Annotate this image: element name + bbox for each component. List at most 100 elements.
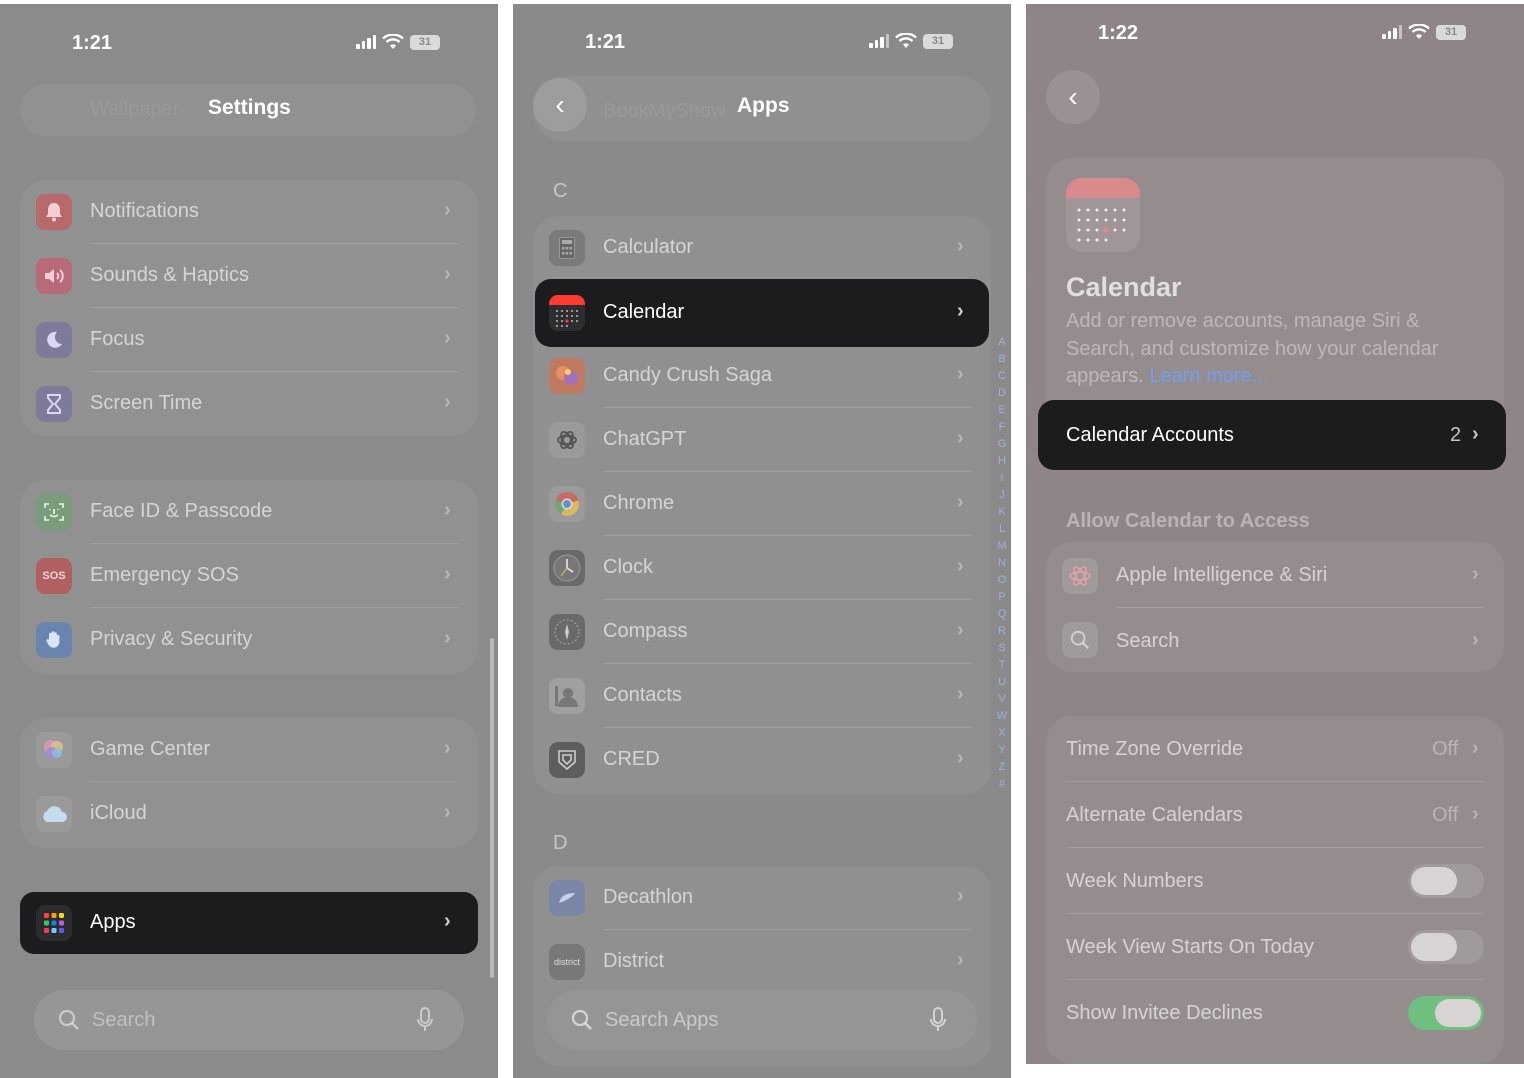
index-letter[interactable]: H <box>998 453 1006 470</box>
index-letter[interactable]: C <box>998 368 1006 385</box>
calendar-settings-screen: 1:22 31 ‹ Calendar Add or remove account… <box>1026 4 1524 1064</box>
section-header-d: D <box>553 832 568 854</box>
option-label: Time Zone Override <box>1066 738 1244 760</box>
app-row-chrome[interactable]: Chrome › <box>533 472 991 536</box>
chevron-right-icon: › <box>957 885 964 907</box>
app-row-chatgpt[interactable]: ChatGPT › <box>533 408 991 472</box>
section-header-c: C <box>553 180 568 202</box>
status-icons: 31 <box>1382 24 1466 40</box>
app-row-compass[interactable]: Compass › <box>533 600 991 664</box>
index-letter[interactable]: V <box>998 691 1005 708</box>
chrome-icon <box>549 486 585 522</box>
week-view-toggle[interactable] <box>1408 930 1484 964</box>
access-item-apple-intelligence[interactable]: Apple Intelligence & Siri › <box>1046 542 1504 608</box>
access-item-search[interactable]: Search › <box>1046 608 1504 672</box>
option-alternate-calendars[interactable]: Alternate Calendars Off › <box>1046 782 1504 848</box>
app-label: CRED <box>603 748 660 770</box>
calendar-app-icon <box>1066 178 1140 252</box>
index-letter[interactable]: D <box>998 385 1006 402</box>
chevron-right-icon: › <box>444 563 451 585</box>
apps-label: Apps <box>90 911 136 933</box>
settings-item-emergency-sos[interactable]: SOS Emergency SOS › <box>20 544 478 608</box>
settings-item-label: iCloud <box>90 802 147 824</box>
search-bar[interactable]: Search Apps <box>547 990 977 1050</box>
status-time: 1:22 <box>1098 22 1139 44</box>
index-letter[interactable]: Z <box>999 759 1006 776</box>
apple-intelligence-icon <box>1062 558 1098 594</box>
app-row-contacts[interactable]: Contacts › <box>533 664 991 728</box>
settings-item-screen-time[interactable]: Screen Time › <box>20 372 478 436</box>
search-placeholder: Search Apps <box>605 1009 719 1031</box>
index-letter[interactable]: # <box>999 776 1005 793</box>
chatgpt-icon <box>549 422 585 458</box>
index-letter[interactable]: U <box>998 674 1006 691</box>
index-letter[interactable]: S <box>998 640 1005 657</box>
app-row-calendar[interactable]: Calendar › <box>535 279 989 347</box>
microphone-icon[interactable] <box>416 1007 434 1033</box>
index-letter[interactable]: P <box>998 589 1005 606</box>
index-letter[interactable]: K <box>998 504 1005 521</box>
microphone-icon[interactable] <box>929 1007 947 1033</box>
decathlon-icon <box>549 880 585 916</box>
settings-item-privacy-security[interactable]: Privacy & Security › <box>20 608 478 672</box>
chevron-right-icon: › <box>957 683 964 705</box>
app-row-clock[interactable]: Clock › <box>533 536 991 600</box>
chevron-right-icon: › <box>957 949 964 971</box>
search-icon <box>58 1009 79 1030</box>
section-index[interactable]: A B C D E F G H I J K L M N O P Q R S T U V W X Y Z # <box>995 334 1009 793</box>
app-label: Candy Crush Saga <box>603 364 772 386</box>
settings-item-notifications[interactable]: Notifications › <box>20 180 478 244</box>
index-letter[interactable]: F <box>999 419 1006 436</box>
index-letter[interactable]: Y <box>998 742 1005 759</box>
app-row-decathlon[interactable]: Decathlon › <box>533 866 991 930</box>
calendar-accounts-label: Calendar Accounts <box>1066 424 1234 446</box>
settings-item-label: Game Center <box>90 738 211 760</box>
settings-item-icloud[interactable]: iCloud › <box>20 782 478 846</box>
index-letter[interactable]: J <box>999 487 1005 504</box>
index-letter[interactable]: T <box>999 657 1006 674</box>
app-label: Decathlon <box>603 886 694 908</box>
option-week-numbers: Week Numbers <box>1046 848 1504 914</box>
settings-screen: 1:21 31 Wallpaper Settings Notifications… <box>0 4 498 1078</box>
search-icon <box>1062 622 1098 658</box>
app-row-district[interactable]: district District › <box>533 930 991 994</box>
index-letter[interactable]: R <box>998 623 1006 640</box>
index-letter[interactable]: Q <box>998 606 1007 623</box>
settings-item-label: Sounds & Haptics <box>90 264 249 286</box>
invitee-declines-toggle[interactable] <box>1408 996 1484 1030</box>
index-letter[interactable]: X <box>998 725 1005 742</box>
settings-item-game-center[interactable]: Game Center › <box>20 718 478 782</box>
learn-more-link[interactable]: Learn more... <box>1149 365 1268 387</box>
option-time-zone-override[interactable]: Time Zone Override Off › <box>1046 716 1504 782</box>
index-letter[interactable]: N <box>998 555 1006 572</box>
index-letter[interactable]: M <box>997 538 1006 555</box>
signal-icon <box>869 34 889 48</box>
back-button[interactable]: ‹ <box>1046 70 1100 124</box>
chevron-right-icon: › <box>957 363 964 385</box>
index-letter[interactable]: A <box>998 334 1005 351</box>
index-letter[interactable]: I <box>1000 470 1003 487</box>
settings-item-sounds-haptics[interactable]: Sounds & Haptics › <box>20 244 478 308</box>
calendar-accounts-row[interactable]: Calendar Accounts 2 › <box>1038 400 1506 470</box>
toggle-knob <box>1411 933 1457 961</box>
index-letter[interactable]: E <box>998 402 1005 419</box>
access-item-label: Apple Intelligence & Siri <box>1116 564 1328 586</box>
back-button[interactable]: ‹ <box>533 78 587 132</box>
settings-item-face-id[interactable]: Face ID & Passcode › <box>20 480 478 544</box>
scrollbar[interactable] <box>490 638 494 978</box>
settings-item-focus[interactable]: Focus › <box>20 308 478 372</box>
app-row-calculator[interactable]: Calculator › <box>533 216 991 280</box>
settings-item-apps[interactable]: Apps › <box>20 892 478 954</box>
apps-screen: 1:21 31 BookMyShow Apps ‹ C Calculator ›… <box>513 4 1011 1078</box>
index-letter[interactable]: L <box>999 521 1005 538</box>
week-numbers-toggle[interactable] <box>1408 864 1484 898</box>
chevron-right-icon: › <box>444 737 451 759</box>
app-row-cred[interactable]: CRED › <box>533 728 991 792</box>
app-row-candy-crush[interactable]: Candy Crush Saga › <box>533 344 991 408</box>
index-letter[interactable]: W <box>997 708 1007 725</box>
index-letter[interactable]: O <box>998 572 1007 589</box>
search-bar[interactable]: Search <box>34 990 464 1050</box>
index-letter[interactable]: B <box>998 351 1005 368</box>
app-label: Calendar <box>603 301 685 323</box>
index-letter[interactable]: G <box>998 436 1007 453</box>
